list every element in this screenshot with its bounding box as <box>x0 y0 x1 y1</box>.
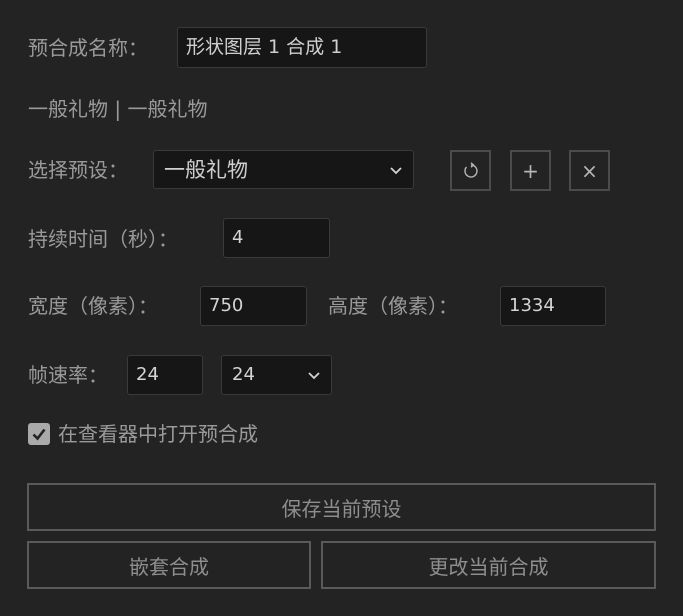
checkmark-icon <box>32 428 46 441</box>
framerate-selected-value: 24 <box>232 364 255 385</box>
comp-name-label: 预合成名称： <box>28 36 148 60</box>
preset-label: 选择预设： <box>28 158 128 182</box>
change-current-comp-button[interactable]: 更改当前合成 <box>321 541 656 589</box>
plus-icon: + <box>522 158 539 183</box>
framerate-dropdown[interactable]: 24 <box>221 355 332 395</box>
add-preset-button[interactable]: + <box>510 150 551 191</box>
preset-selected-value: 一般礼物 <box>164 158 248 182</box>
height-input[interactable]: 1334 <box>500 286 606 326</box>
duration-input[interactable]: 4 <box>223 218 330 258</box>
close-icon: × <box>581 158 598 183</box>
preset-header: 一般礼物 | 一般礼物 <box>28 97 208 121</box>
preset-dropdown[interactable]: 一般礼物 <box>153 150 414 189</box>
refresh-icon <box>463 161 478 178</box>
comp-name-input[interactable]: 形状图层 1 合成 1 <box>177 27 427 68</box>
reset-preset-button[interactable] <box>450 150 491 191</box>
chevron-down-icon <box>308 372 320 380</box>
width-input[interactable]: 750 <box>200 286 307 326</box>
chevron-down-icon <box>390 167 402 175</box>
framerate-label: 帧速率： <box>28 363 108 387</box>
framerate-input[interactable]: 24 <box>127 355 203 395</box>
duration-label: 持续时间（秒）： <box>28 227 178 251</box>
height-label: 高度（像素）： <box>328 294 458 318</box>
delete-preset-button[interactable]: × <box>569 150 610 191</box>
width-label: 宽度（像素）： <box>28 294 158 318</box>
nest-comp-button[interactable]: 嵌套合成 <box>27 541 311 589</box>
open-in-viewer-label: 在查看器中打开预合成 <box>58 422 258 446</box>
save-preset-button[interactable]: 保存当前预设 <box>27 483 656 531</box>
open-in-viewer-checkbox[interactable] <box>28 423 50 445</box>
